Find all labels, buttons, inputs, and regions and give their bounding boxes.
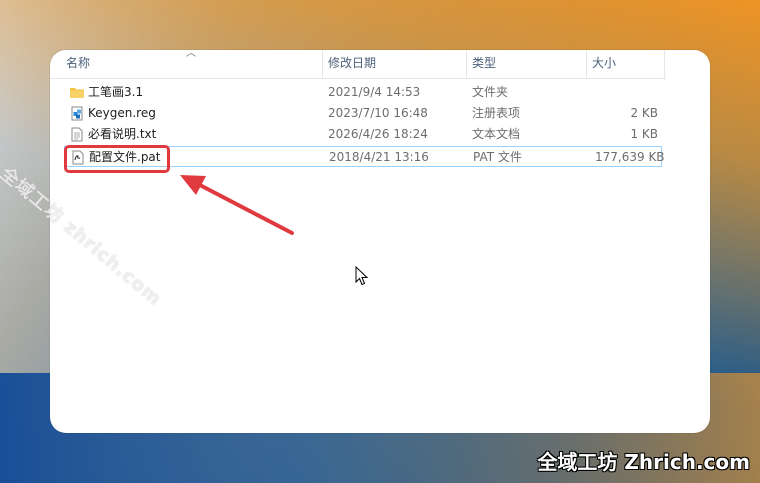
watermark-corner: 全域工坊 Zhrich.com xyxy=(537,450,750,474)
mouse-cursor-icon xyxy=(355,266,369,286)
annotation-arrow-icon xyxy=(180,175,294,235)
